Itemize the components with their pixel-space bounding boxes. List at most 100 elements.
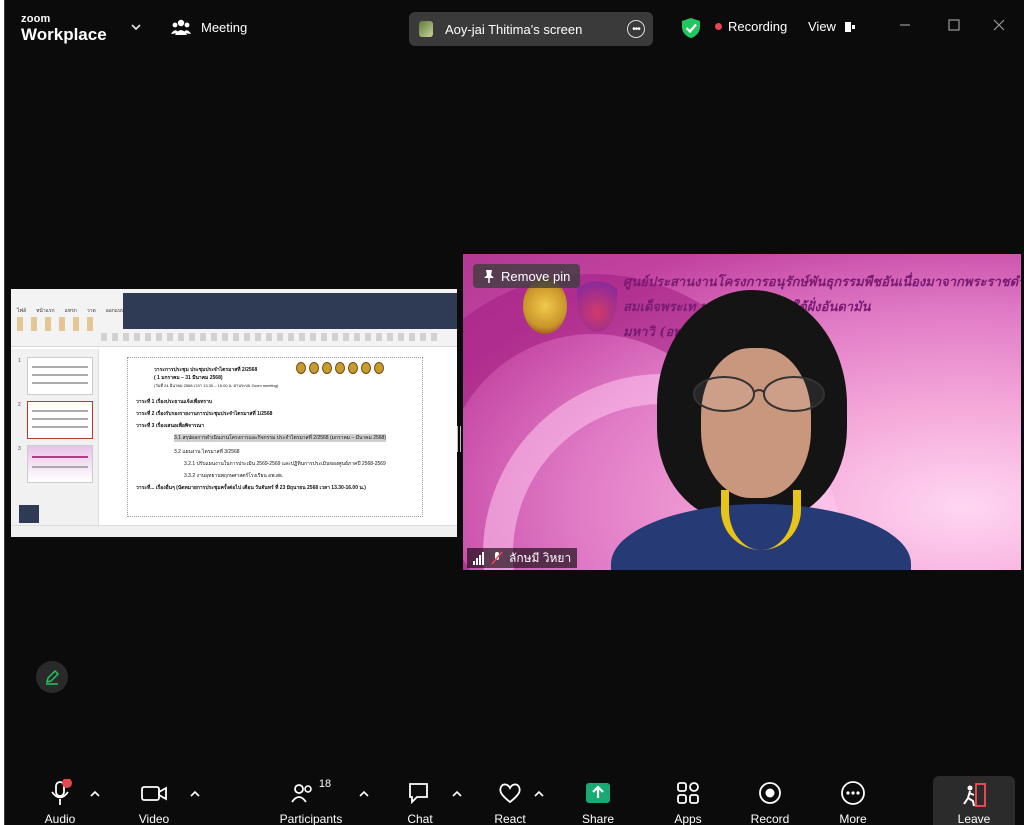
ribbon-tabs: ไฟล์ หน้าแรก แทรก วาด ออกแบบ	[17, 307, 124, 315]
meeting-label: Meeting	[201, 19, 248, 35]
brand-bottom: Workplace	[21, 25, 107, 44]
audio-label: Audio	[44, 812, 76, 825]
slide-thumbnail: 3	[18, 445, 93, 483]
participants-button[interactable]: 18 Participants	[271, 778, 351, 825]
share-button[interactable]: Share	[563, 778, 633, 825]
participants-icon	[291, 784, 312, 803]
apps-button[interactable]: Apps	[653, 778, 723, 825]
record-icon	[759, 782, 781, 804]
react-label: React	[494, 812, 526, 825]
recording-indicator[interactable]: Recording	[715, 19, 787, 34]
slide-line: วาระที่ 1 เรื่องประธานแจ้งเพื่อทราบ	[136, 399, 213, 405]
view-icon	[844, 21, 855, 32]
slide-line: วาระที่ 2 เรื่องรับรองรายงานการประชุมประ…	[136, 411, 273, 417]
remove-pin-label: Remove pin	[501, 268, 571, 284]
thumb-number: 1	[18, 358, 21, 364]
more-icon[interactable]: •••	[627, 20, 645, 38]
participant-namebar: ลักษมี วิหยา	[467, 548, 578, 568]
remove-pin-button[interactable]: Remove pin	[473, 264, 581, 288]
share-label: Share	[581, 812, 615, 825]
slide-title: วาระการประชุม ประชุมประจำไตรมาสที่ 2/256…	[154, 367, 258, 373]
close-icon[interactable]	[991, 17, 1007, 33]
ribbon-icons	[17, 317, 97, 331]
chevron-up-icon[interactable]	[189, 788, 201, 800]
app-ribbon: ไฟล์ หน้าแรก แทรก วาด ออกแบบ	[11, 289, 457, 347]
slide-line: (วันที่ 24 มีนาคม 2568 เวลา 13.30 – 16.0…	[154, 383, 279, 388]
annotate-button[interactable]	[36, 661, 68, 693]
heart-icon	[499, 783, 521, 804]
chat-label: Chat	[407, 812, 433, 825]
slide-line: ( 1 มกราคม – 31 มีนาคม 2568)	[154, 375, 223, 381]
view-label: View	[808, 19, 836, 34]
slide-line: วาระที่... เรื่องอื่นๆ (นัดหมายการประชุม…	[136, 485, 366, 491]
slide-thumbnail: 2	[18, 401, 93, 439]
audio-button[interactable]: Audio	[25, 778, 95, 825]
logo-row	[296, 362, 384, 374]
more-label: More	[839, 812, 867, 825]
more-icon	[841, 781, 865, 805]
pencil-icon	[45, 669, 60, 685]
minimize-icon[interactable]	[897, 17, 913, 33]
brand-top: zoom	[21, 13, 51, 25]
zoom-window: zoom Workplace Meeting Aoy-jai Thitima's…	[4, 0, 1024, 825]
top-bar: zoom Workplace Meeting Aoy-jai Thitima's…	[5, 0, 1024, 56]
react-button[interactable]: React	[475, 778, 545, 825]
ribbon-tab: วาด	[86, 308, 96, 314]
sharer-avatar	[419, 21, 433, 37]
meeting-menu[interactable]: Meeting	[171, 18, 247, 36]
leave-label: Leave	[957, 812, 991, 825]
slide-line: วาระที่ 3 เรื่องเสนอเพื่อพิจารณา	[136, 423, 205, 429]
apps-label: Apps	[674, 812, 702, 825]
slide-line: 3.2 แผนงาน ไตรมาสที่ 3/2568	[174, 449, 240, 455]
zoom-logo[interactable]: zoom Workplace	[21, 13, 107, 44]
video-button[interactable]: Video	[119, 778, 189, 825]
ribbon-tab: ไฟล์	[17, 308, 27, 314]
royal-emblem-logo	[577, 266, 617, 332]
pin-icon	[484, 270, 494, 283]
ribbon-tools	[101, 333, 441, 341]
ribbon-tab: ออกแบบ	[105, 308, 125, 314]
meeting-people-icon	[171, 19, 191, 35]
participant-name: ลักษมี วิหยา	[509, 550, 572, 565]
camera-icon	[141, 786, 167, 801]
participant-video	[611, 290, 911, 570]
view-menu[interactable]: View	[808, 19, 856, 34]
slide-line: 3.2.1 ปรับแผนงานในการประเมิน 2569-2569 แ…	[184, 461, 386, 467]
slide-thumbnails: 1 2 3	[11, 349, 99, 525]
slide-line: 3.3.2 งานอุทยานพฤกษศาสตร์โรงเรียน อพ.สธ.	[184, 473, 284, 479]
more-button[interactable]: More	[818, 778, 888, 825]
slide-canvas: วาระการประชุม ประชุมประจำไตรมาสที่ 2/256…	[127, 357, 423, 517]
chevron-down-icon[interactable]	[129, 20, 143, 34]
video-label: Video	[138, 812, 170, 825]
shared-screen[interactable]: ไฟล์ หน้าแรก แทรก วาด ออกแบบ 1 2 3 วาระก…	[11, 289, 457, 537]
ribbon-banner	[123, 293, 457, 329]
recording-label: Recording	[728, 19, 788, 34]
video-tile[interactable]: ศูนย์ประสานงานโครงการอนุรักษ์พันธุกรรมพื…	[463, 254, 1021, 570]
chat-icon	[409, 783, 428, 805]
chevron-up-icon[interactable]	[533, 788, 545, 800]
screen-share-label: Aoy-jai Thitima's screen	[445, 21, 583, 37]
chat-button[interactable]: Chat	[385, 778, 455, 825]
shield-icon[interactable]	[681, 17, 701, 39]
ribbon-tab: แทรก	[64, 308, 77, 314]
ribbon-tab: หน้าแรก	[36, 308, 55, 314]
record-dot-icon	[715, 23, 722, 30]
screen-share-pill[interactable]: Aoy-jai Thitima's screen •••	[409, 12, 653, 46]
meeting-toolbar: Audio Video 18 Participants Chat React S…	[5, 770, 1024, 825]
leave-icon	[963, 783, 986, 807]
app-statusbar	[11, 525, 457, 537]
chevron-up-icon[interactable]	[451, 788, 463, 800]
thumb-number: 3	[18, 446, 21, 452]
resize-handle[interactable]	[457, 426, 461, 452]
maximize-icon[interactable]	[946, 17, 962, 33]
participants-label: Participants	[279, 812, 343, 825]
chevron-up-icon[interactable]	[89, 788, 101, 800]
slide-line: 3.1 สรุปผลการดำเนินงานโครงการและกิจกรรม …	[174, 434, 386, 442]
record-button[interactable]: Record	[735, 778, 805, 825]
slide-sidebar-icon	[19, 505, 39, 523]
chevron-up-icon[interactable]	[358, 788, 370, 800]
leave-button[interactable]: Leave	[933, 776, 1015, 825]
signal-icon	[473, 551, 485, 565]
mic-icon	[51, 779, 72, 805]
share-arrow-icon	[586, 783, 610, 803]
